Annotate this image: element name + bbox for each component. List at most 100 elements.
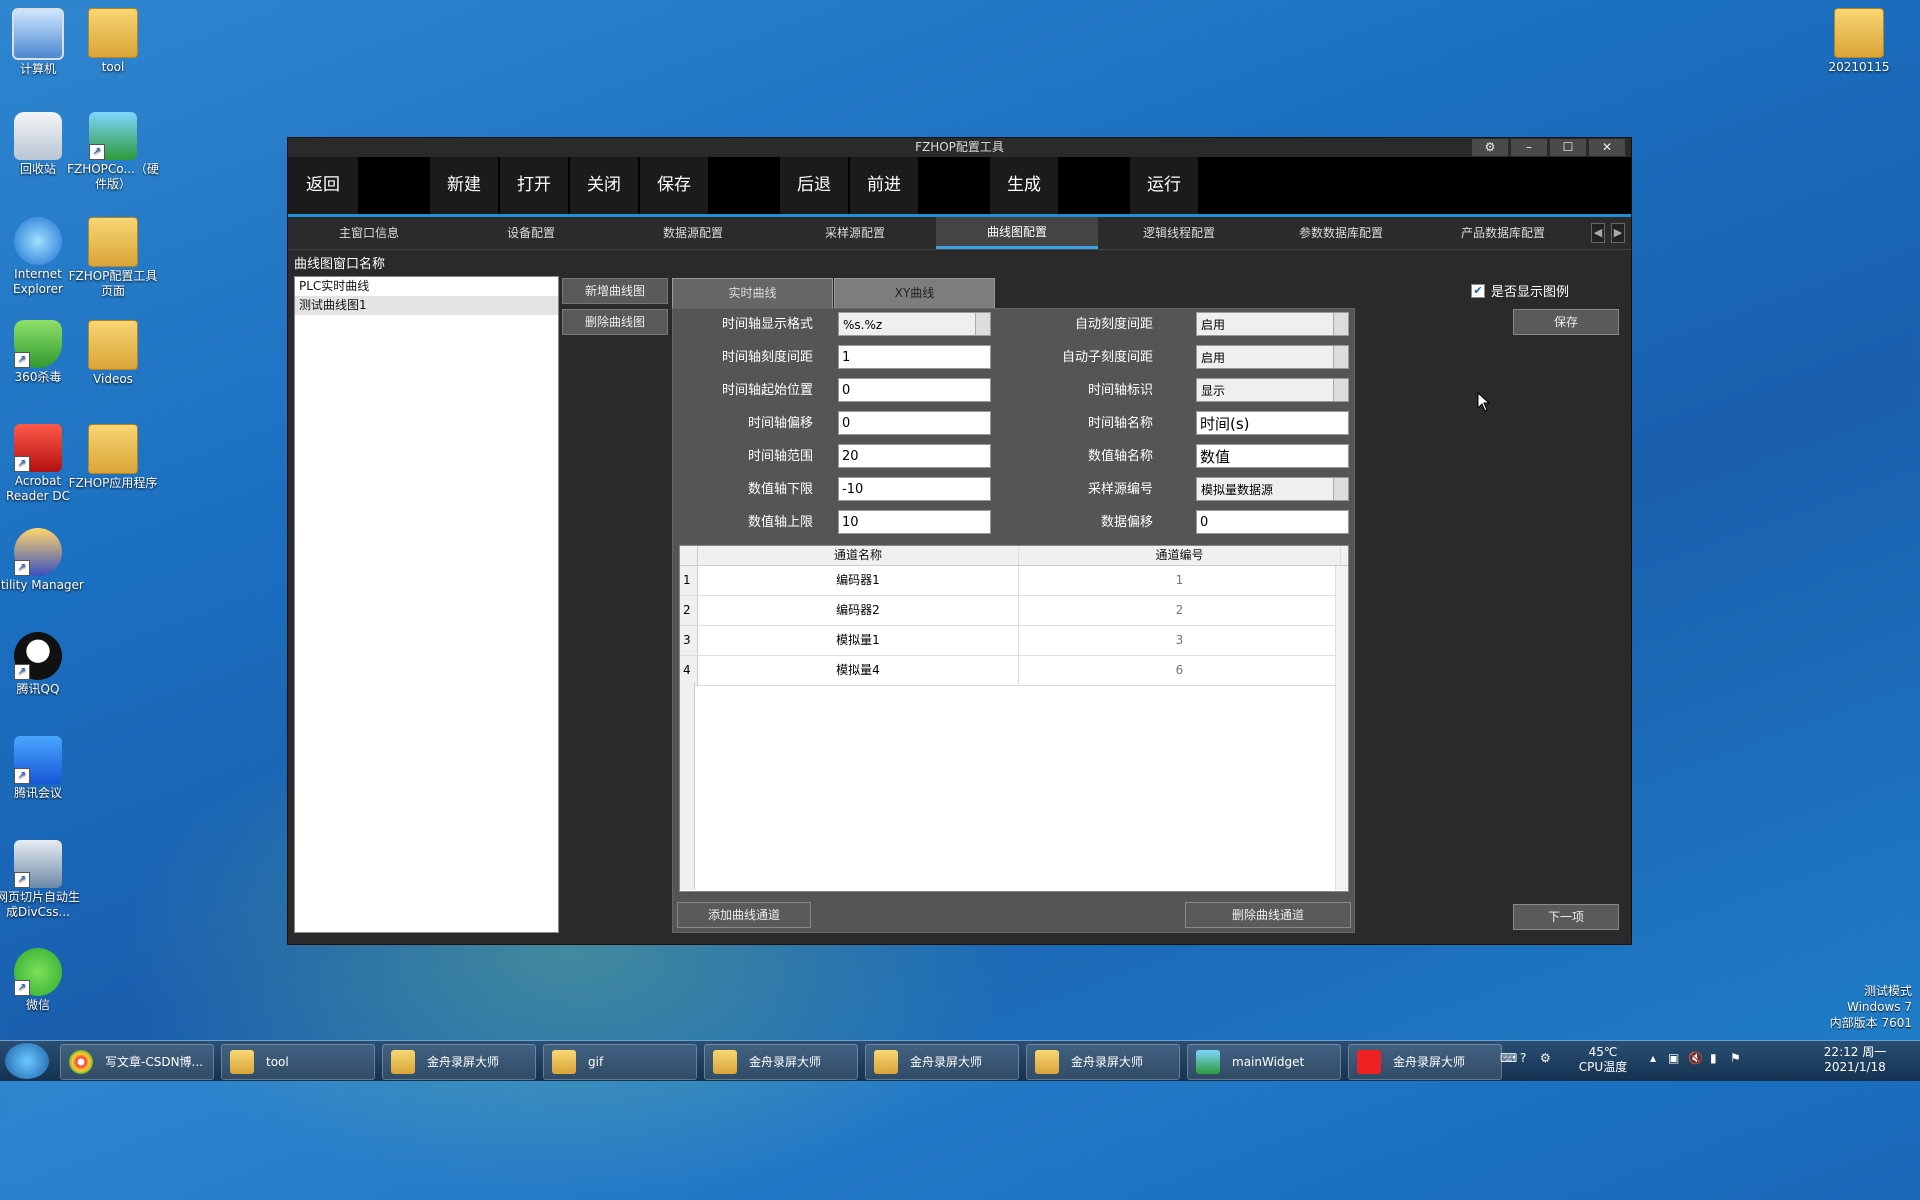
add-channel-button[interactable]: 添加曲线通道: [677, 902, 811, 928]
folder-icon: [88, 424, 138, 474]
new-button[interactable]: 新建: [430, 157, 498, 214]
table-row[interactable]: 4 模拟量4 6: [680, 656, 1348, 686]
desktop-icon-20210115[interactable]: 20210115: [1813, 8, 1905, 75]
auto-tick-select[interactable]: 启用: [1196, 312, 1349, 336]
clock[interactable]: 22:12 周一 2021/1/18: [1800, 1045, 1910, 1075]
show-legend-toggle[interactable]: ✔ 是否显示图例: [1471, 281, 1569, 300]
help-icon[interactable]: ?: [1520, 1051, 1526, 1066]
field-time-tick: 时间轴刻度间距 1: [673, 345, 1003, 371]
chevron-right-icon[interactable]: ▶: [1611, 223, 1625, 243]
time-axis-mark-select[interactable]: 显示: [1196, 378, 1349, 402]
desktop-icon-utility-manager[interactable]: ↗ Utility Manager: [0, 528, 84, 593]
window-title-bar[interactable]: FZHOP配置工具 ⚙ – ☐ ✕: [288, 138, 1631, 157]
auto-subtick-select[interactable]: 启用: [1196, 345, 1349, 369]
generate-button[interactable]: 生成: [990, 157, 1058, 214]
qq-icon: ↗: [14, 632, 62, 680]
save-button[interactable]: 保存: [640, 157, 708, 214]
tab-realtime-curve[interactable]: 实时曲线: [672, 278, 833, 309]
maximize-icon[interactable]: ☐: [1550, 139, 1586, 156]
field-value-min: 数值轴下限 -10: [673, 477, 1003, 503]
desktop-icon-wechat[interactable]: ↗ 微信: [0, 948, 84, 1013]
start-button[interactable]: [5, 1043, 49, 1079]
data-offset-input[interactable]: 0: [1196, 510, 1349, 534]
table-row[interactable]: 1 编码器1 1: [680, 566, 1348, 596]
curve-list[interactable]: PLC实时曲线 测试曲线图1: [294, 276, 559, 933]
taskbar-item-gif[interactable]: gif: [543, 1044, 697, 1080]
folder-icon: [874, 1050, 898, 1074]
taskbar-item-csdn[interactable]: 写文章-CSDN博...: [60, 1044, 214, 1080]
time-tick-input[interactable]: 1: [838, 345, 991, 369]
toolbar-gap: [360, 157, 428, 214]
tab-main-window[interactable]: 主窗口信息: [288, 217, 450, 249]
value-max-input[interactable]: 10: [838, 510, 991, 534]
device-icon[interactable]: ▣: [1668, 1051, 1679, 1066]
chevron-left-icon[interactable]: ◀: [1591, 223, 1605, 243]
desktop-icon-meeting[interactable]: ↗ 腾讯会议: [0, 736, 84, 801]
undo-button[interactable]: 后退: [780, 157, 848, 214]
delete-curve-button[interactable]: 删除曲线图: [562, 309, 668, 335]
value-axis-name-input[interactable]: 数值: [1196, 444, 1349, 468]
desktop-icon-fzhop-hw[interactable]: ↗ FZHOPCo...（硬件版）: [67, 112, 159, 192]
time-start-input[interactable]: 0: [838, 378, 991, 402]
tab-curve[interactable]: 曲线图配置: [936, 217, 1098, 249]
taskbar-item-recorder[interactable]: 金舟录屏大师: [1348, 1044, 1502, 1080]
acrobat-icon: ↗: [14, 424, 62, 472]
next-button[interactable]: 下一项: [1513, 904, 1619, 930]
list-item[interactable]: 测试曲线图1: [295, 296, 558, 315]
tab-device[interactable]: 设备配置: [450, 217, 612, 249]
taskbar-item-recorder-folder[interactable]: 金舟录屏大师: [865, 1044, 1019, 1080]
add-curve-button[interactable]: 新增曲线图: [562, 278, 668, 304]
delete-channel-button[interactable]: 删除曲线通道: [1185, 902, 1351, 928]
tab-logic-thread[interactable]: 逻辑线程配置: [1098, 217, 1260, 249]
taskbar-item-mainwidget[interactable]: mainWidget: [1187, 1044, 1341, 1080]
channel-table: 通道名称 通道编号 1 编码器1 1 2 编码器2 2 3 模拟量1 3 4 模…: [679, 545, 1349, 892]
desktop-icon-tool[interactable]: tool: [67, 8, 159, 75]
close-icon[interactable]: ✕: [1589, 139, 1625, 156]
sample-source-select[interactable]: 模拟量数据源: [1196, 477, 1349, 501]
list-item[interactable]: PLC实时曲线: [295, 277, 558, 296]
open-button[interactable]: 打开: [500, 157, 568, 214]
desktop-icon-fzhop-app[interactable]: FZHOP应用程序: [67, 424, 159, 491]
table-scrollbar[interactable]: [1335, 566, 1348, 890]
column-header-id[interactable]: 通道编号: [1019, 546, 1341, 565]
time-format-select[interactable]: %s.%z: [838, 312, 991, 336]
table-row[interactable]: 3 模拟量1 3: [680, 626, 1348, 656]
network-icon[interactable]: ▮: [1710, 1051, 1717, 1066]
table-row[interactable]: 2 编码器2 2: [680, 596, 1348, 626]
settings-icon[interactable]: ⚙: [1540, 1051, 1551, 1066]
desktop-icon-videos[interactable]: Videos: [67, 320, 159, 387]
checkbox-checked-icon[interactable]: ✔: [1471, 283, 1485, 298]
tab-scroll: ◀ ▶: [1591, 223, 1625, 243]
desktop-icon-qq[interactable]: ↗ 腾讯QQ: [0, 632, 84, 697]
keyboard-icon[interactable]: ⌨: [1500, 1051, 1517, 1066]
save-config-button[interactable]: 保存: [1513, 309, 1619, 335]
shield-icon: ↗: [14, 320, 62, 368]
taskbar-item-recorder-folder[interactable]: 金舟录屏大师: [382, 1044, 536, 1080]
time-offset-input[interactable]: 0: [838, 411, 991, 435]
desktop-icon-web-tool[interactable]: ↗ 网页切片自动生成DivCss...: [0, 840, 84, 920]
tab-sample-source[interactable]: 采样源配置: [774, 217, 936, 249]
value-min-input[interactable]: -10: [838, 477, 991, 501]
column-header-name[interactable]: 通道名称: [698, 546, 1019, 565]
tab-xy-curve[interactable]: XY曲线: [834, 278, 995, 309]
taskbar-item-recorder-folder[interactable]: 金舟录屏大师: [1026, 1044, 1180, 1080]
flag-icon[interactable]: ⚑: [1730, 1051, 1741, 1066]
tab-data-source[interactable]: 数据源配置: [612, 217, 774, 249]
time-axis-name-input[interactable]: 时间(s): [1196, 411, 1349, 435]
volume-icon[interactable]: 🔇: [1688, 1051, 1703, 1066]
shortcut-arrow-icon: ↗: [14, 352, 30, 368]
settings-icon[interactable]: ⚙: [1472, 139, 1508, 156]
taskbar-item-recorder-folder[interactable]: 金舟录屏大师: [704, 1044, 858, 1080]
minimize-icon[interactable]: –: [1511, 139, 1547, 156]
chevron-up-icon[interactable]: ▴: [1650, 1051, 1656, 1066]
taskbar-item-tool[interactable]: tool: [221, 1044, 375, 1080]
tab-param-db[interactable]: 参数数据库配置: [1260, 217, 1422, 249]
time-range-input[interactable]: 20: [838, 444, 991, 468]
desktop-icon-fzhop-pages[interactable]: FZHOP配置工具页面: [67, 217, 159, 299]
run-button[interactable]: 运行: [1130, 157, 1198, 214]
back-button[interactable]: 返回: [288, 157, 358, 214]
tab-product-db[interactable]: 产品数据库配置: [1422, 217, 1584, 249]
close-button[interactable]: 关闭: [570, 157, 638, 214]
redo-button[interactable]: 前进: [850, 157, 918, 214]
wechat-icon: ↗: [14, 948, 62, 996]
